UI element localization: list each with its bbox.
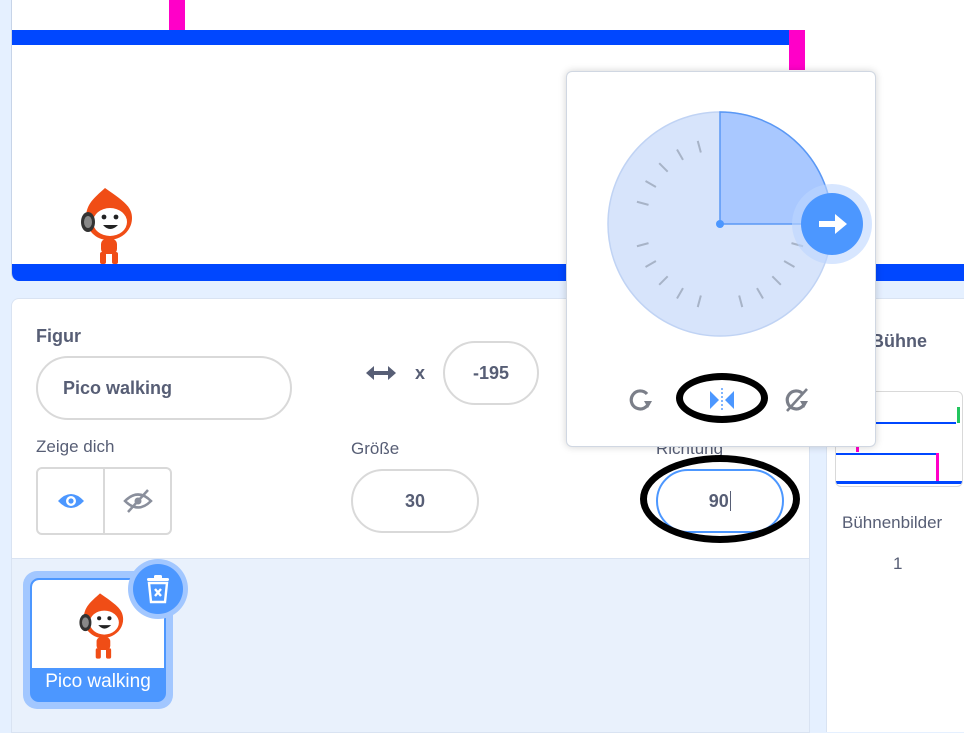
pico-thumbnail-image (79, 593, 124, 659)
backdrops-count: 1 (893, 554, 903, 573)
text-caret (729, 491, 732, 511)
thumb-marker-pink-2 (936, 453, 939, 481)
x-input[interactable]: -195 (443, 341, 539, 405)
trash-icon (147, 575, 169, 604)
dial-center (716, 220, 724, 228)
backdrops-label: Bühnenbilder (842, 513, 943, 532)
x-arrows-icon (366, 366, 396, 380)
thumb-floor (836, 481, 962, 484)
show-button[interactable] (38, 469, 103, 533)
all-around-icon (629, 389, 652, 411)
dont-rotate-icon (785, 388, 808, 412)
direction-input-value: 90 (708, 490, 729, 511)
eye-crossed-icon (122, 489, 153, 513)
rotation-all-around-button[interactable] (617, 380, 663, 420)
visibility-toggle (36, 467, 172, 535)
sprite-label: Figur (36, 326, 81, 346)
sprite-tile-label: Pico walking (45, 671, 151, 692)
show-label: Zeige dich (36, 437, 115, 456)
direction-dial[interactable] (567, 72, 875, 372)
sprite-list: Pico walking (11, 558, 810, 733)
hide-button[interactable] (103, 469, 170, 533)
x-label: x (415, 363, 426, 383)
stage-marker-pink-right (789, 30, 805, 70)
delete-sprite-button[interactable] (128, 559, 188, 619)
left-right-icon (710, 388, 734, 412)
delete-sprite-button-face (133, 564, 183, 614)
thumb-marker-green (957, 407, 960, 423)
stage-title: Bühne (871, 331, 927, 351)
eye-icon (57, 494, 84, 508)
thumb-wall-mid (836, 453, 936, 455)
rotation-dont-rotate-button[interactable] (775, 380, 821, 420)
rotation-left-right-button[interactable] (699, 380, 745, 420)
direction-input[interactable]: 90 (656, 469, 784, 533)
stage-wall-top (12, 30, 790, 45)
direction-popover (566, 71, 876, 447)
sprite-name-input[interactable]: Pico walking (36, 356, 292, 420)
pico-sprite[interactable] (70, 182, 140, 270)
direction-handle[interactable] (792, 184, 872, 264)
size-input[interactable]: 30 (351, 469, 479, 533)
stage-marker-pink-top (169, 0, 185, 30)
size-label: Größe (351, 439, 400, 458)
